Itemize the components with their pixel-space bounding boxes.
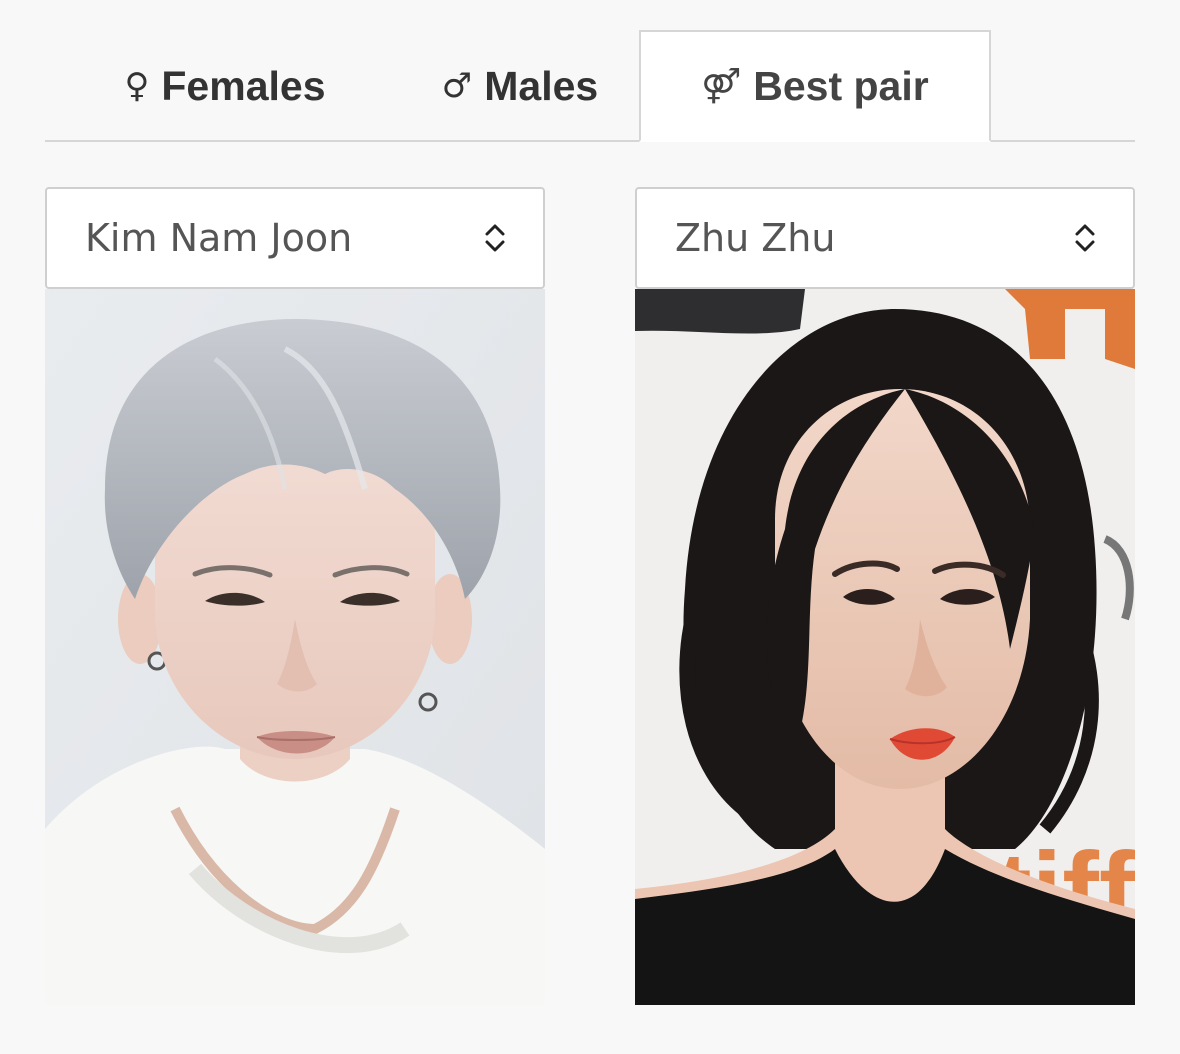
female-portrait-photo: tiff bbox=[635, 289, 1135, 1005]
tab-bar: ♀ Females ♂ Males ⚤ Best pair bbox=[45, 30, 1135, 142]
male-portrait-photo bbox=[45, 289, 545, 1005]
tab-females[interactable]: ♀ Females bbox=[85, 30, 365, 142]
male-icon: ♂ bbox=[441, 66, 473, 106]
chevron-updown-icon bbox=[485, 224, 505, 252]
right-column: Zhu Zhu tiff bbox=[635, 187, 1135, 1005]
couple-icon: ⚤ bbox=[701, 66, 742, 106]
tab-females-label: Females bbox=[161, 62, 326, 109]
tab-males[interactable]: ♂ Males bbox=[405, 30, 635, 142]
female-icon: ♀ bbox=[124, 66, 150, 106]
left-select-value: Kim Nam Joon bbox=[85, 216, 353, 260]
left-column: Kim Nam Joon bbox=[45, 187, 545, 1005]
tab-males-label: Males bbox=[484, 62, 599, 109]
chevron-updown-icon bbox=[1075, 224, 1095, 252]
page: ♀ Females ♂ Males ⚤ Best pair Kim Nam Jo… bbox=[0, 0, 1180, 1054]
tab-best-pair[interactable]: ⚤ Best pair bbox=[639, 30, 991, 142]
left-person-select[interactable]: Kim Nam Joon bbox=[45, 187, 545, 289]
tab-best-pair-label: Best pair bbox=[753, 62, 929, 109]
right-person-select[interactable]: Zhu Zhu bbox=[635, 187, 1135, 289]
right-select-value: Zhu Zhu bbox=[675, 216, 836, 260]
